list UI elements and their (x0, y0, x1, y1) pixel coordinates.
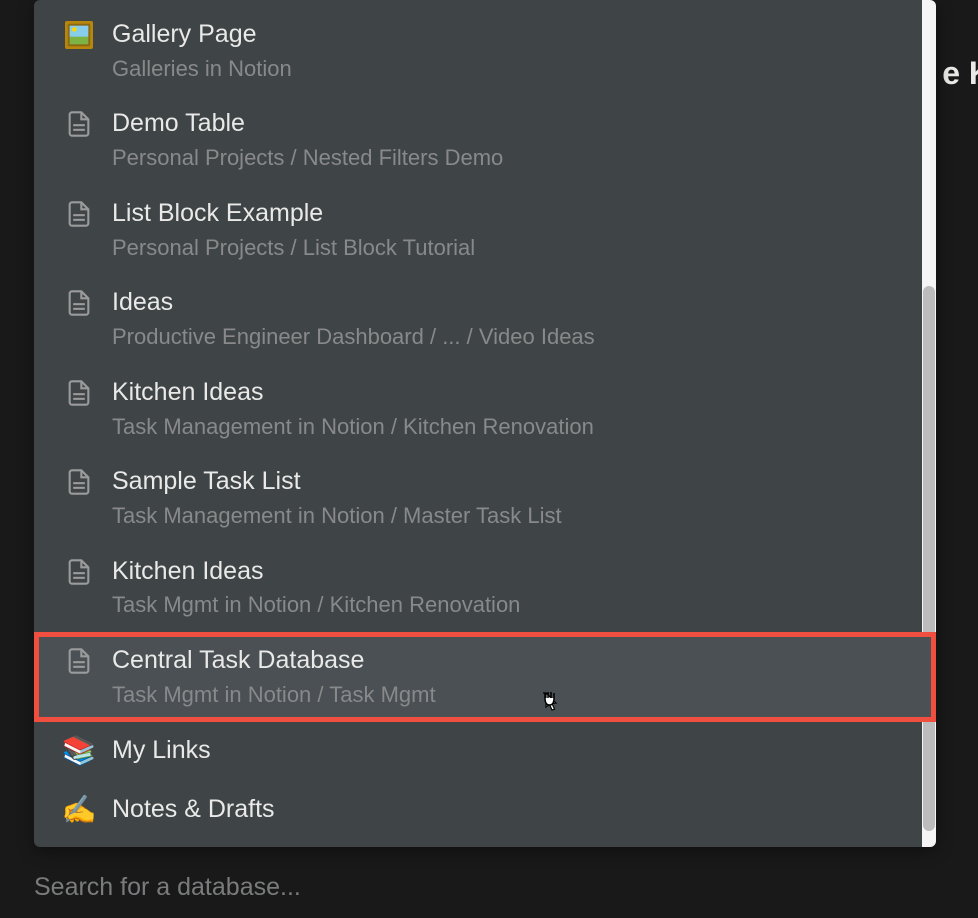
page-icon (64, 288, 94, 318)
item-title: Notes & Drafts (112, 793, 906, 827)
item-title: My Links (112, 734, 906, 768)
item-title: List Block Example (112, 197, 906, 231)
overflow-background-text: e K (942, 55, 978, 92)
item-content: Kitchen Ideas Task Mgmt in Notion / Kitc… (112, 555, 906, 620)
search-input[interactable] (34, 873, 936, 902)
item-subtitle: Task Management in Notion / Master Task … (112, 501, 906, 531)
dropdown-item-demo-table[interactable]: Demo Table Personal Projects / Nested Fi… (34, 95, 936, 184)
item-content: Notes & Drafts (112, 793, 906, 829)
item-content: Demo Table Personal Projects / Nested Fi… (112, 107, 906, 172)
page-icon (64, 199, 94, 229)
item-subtitle: Personal Projects / List Block Tutorial (112, 233, 906, 263)
page-icon (64, 378, 94, 408)
page-icon (64, 646, 94, 676)
item-content: Kitchen Ideas Task Management in Notion … (112, 376, 906, 441)
books-icon: 📚 (64, 736, 94, 766)
item-content: My Links (112, 734, 906, 770)
writing-hand-icon: ✍️ (64, 795, 94, 825)
item-subtitle: Task Mgmt in Notion / Kitchen Renovation (112, 590, 906, 620)
item-subtitle: Galleries in Notion (112, 54, 906, 84)
dropdown-item-central-task-database[interactable]: Central Task Database Task Mgmt in Notio… (34, 632, 936, 721)
item-title: Kitchen Ideas (112, 555, 906, 589)
dropdown-item-list-block-example[interactable]: List Block Example Personal Projects / L… (34, 185, 936, 274)
scrollbar-thumb[interactable] (923, 286, 935, 831)
item-title: Gallery Page (112, 18, 906, 52)
item-title: Kitchen Ideas (112, 376, 906, 410)
item-content: Ideas Productive Engineer Dashboard / ..… (112, 286, 906, 351)
dropdown-item-ideas[interactable]: Ideas Productive Engineer Dashboard / ..… (34, 274, 936, 363)
search-container (34, 856, 936, 918)
item-title: Demo Table (112, 107, 906, 141)
dropdown-item-sample-task-list[interactable]: Sample Task List Task Management in Noti… (34, 453, 936, 542)
item-content: Central Task Database Task Mgmt in Notio… (112, 644, 906, 709)
dropdown-item-notes-drafts[interactable]: ✍️ Notes & Drafts (34, 781, 936, 841)
item-subtitle: Productive Engineer Dashboard / ... / Vi… (112, 322, 906, 352)
database-picker-dropdown: Gallery Page Galleries in Notion Demo Ta… (34, 0, 936, 847)
item-content: List Block Example Personal Projects / L… (112, 197, 906, 262)
page-icon (64, 109, 94, 139)
page-icon (64, 557, 94, 587)
item-subtitle: Task Mgmt in Notion / Task Mgmt (112, 680, 906, 710)
dropdown-items-list: Gallery Page Galleries in Notion Demo Ta… (34, 0, 936, 847)
item-title: Central Task Database (112, 644, 906, 678)
dropdown-item-gallery-page[interactable]: Gallery Page Galleries in Notion (34, 6, 936, 95)
dropdown-item-kitchen-ideas-2[interactable]: Kitchen Ideas Task Mgmt in Notion / Kitc… (34, 543, 936, 632)
dropdown-item-my-links[interactable]: 📚 My Links (34, 722, 936, 782)
item-content: Gallery Page Galleries in Notion (112, 18, 906, 83)
dropdown-item-kitchen-ideas-1[interactable]: Kitchen Ideas Task Management in Notion … (34, 364, 936, 453)
page-icon (64, 467, 94, 497)
item-content: Sample Task List Task Management in Noti… (112, 465, 906, 530)
item-title: Ideas (112, 286, 906, 320)
picture-frame-icon (64, 20, 94, 50)
item-title: Sample Task List (112, 465, 906, 499)
item-subtitle: Task Management in Notion / Kitchen Reno… (112, 412, 906, 442)
item-subtitle: Personal Projects / Nested Filters Demo (112, 143, 906, 173)
